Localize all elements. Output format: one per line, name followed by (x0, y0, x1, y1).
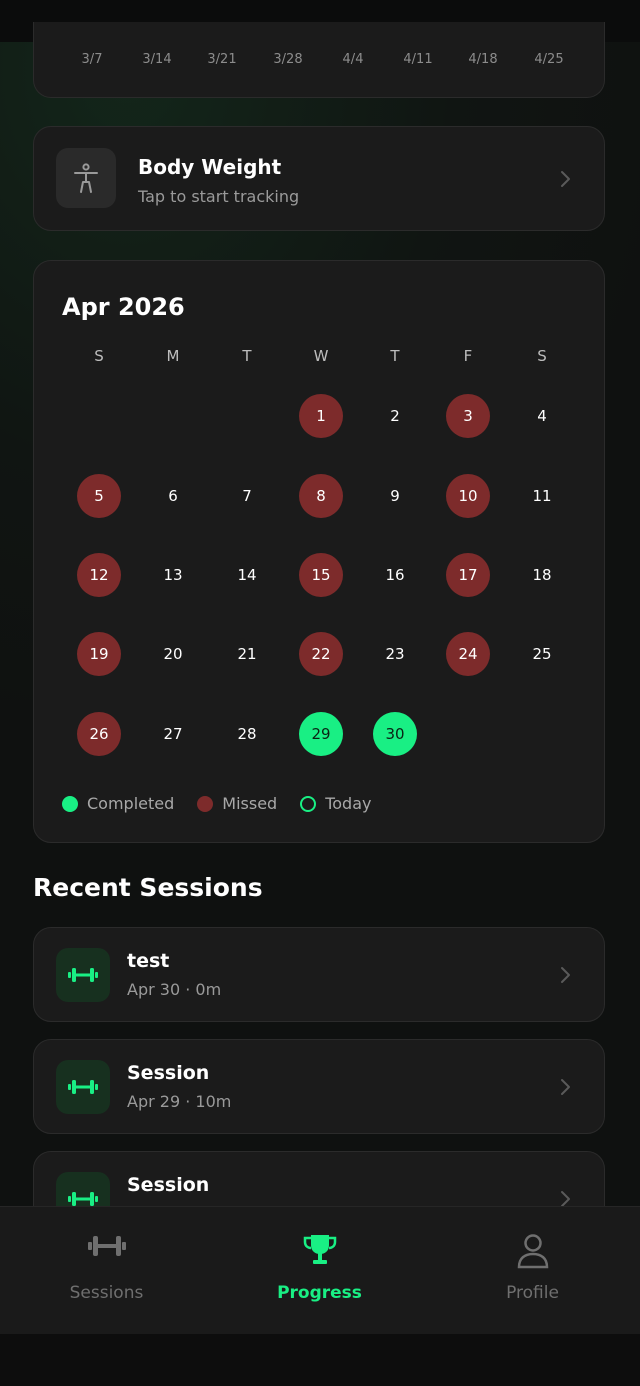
x-axis-tick-label: 3/7 (81, 52, 103, 67)
weekday-label: S (537, 347, 547, 365)
calendar-day[interactable]: 19 (77, 632, 121, 676)
progress-chart-card: 3/7 3/14 3/21 3/28 4/4 4/11 4/18 4/25 (33, 22, 605, 98)
system-nav-bar (0, 1334, 640, 1386)
calendar-day[interactable]: 27 (151, 712, 195, 756)
calendar-day[interactable]: 29 (299, 712, 343, 756)
session-card[interactable]: Session Apr 29 · 10m (33, 1039, 605, 1134)
weekday-label: F (463, 347, 473, 365)
weekday-label: T (242, 347, 252, 365)
calendar-day[interactable]: 26 (77, 712, 121, 756)
legend-today-label: Today (325, 794, 372, 813)
calendar-day[interactable]: 21 (225, 632, 269, 676)
dumbbell-icon (56, 1060, 110, 1114)
calendar-day[interactable]: 12 (77, 553, 121, 597)
body-weight-title: Body Weight (138, 155, 282, 179)
calendar-day[interactable]: 15 (299, 553, 343, 597)
missed-dot-icon (197, 795, 214, 812)
legend-completed-label: Completed (87, 794, 175, 813)
calendar-day[interactable]: 8 (299, 474, 343, 518)
calendar-day[interactable]: 10 (446, 474, 490, 518)
session-name: test (127, 950, 170, 972)
calendar-card: Apr 2026 SMTWTFS 1 2 3 4 5 6 7 8 9 10 11 12 13 14 15 16… (33, 260, 605, 843)
legend-completed: Completed (62, 794, 174, 813)
session-meta: Apr 30 · 0m (127, 980, 222, 999)
weekday-label: W (313, 347, 329, 365)
body-weight-subtitle: Tap to start tracking (138, 187, 300, 206)
nav-progress[interactable]: Progress (213, 1207, 426, 1335)
legend-today: Today (300, 794, 371, 813)
dumbbell-icon (56, 948, 110, 1002)
legend-missed-label: Missed (222, 794, 278, 813)
calendar-day[interactable]: 22 (299, 632, 343, 676)
calendar-day[interactable]: 9 (373, 474, 417, 518)
weekday-label: S (94, 347, 104, 365)
today-ring-icon (300, 795, 317, 812)
x-axis-tick-label: 3/21 (207, 52, 237, 67)
completed-dot-icon (62, 795, 78, 812)
calendar-day[interactable]: 28 (225, 712, 269, 756)
calendar-day[interactable]: 7 (225, 474, 269, 518)
nav-progress-label: Progress (277, 1283, 362, 1303)
calendar-legend: Completed Missed Today (62, 794, 394, 813)
trophy-icon (303, 1235, 336, 1264)
nav-profile[interactable]: Profile (426, 1207, 639, 1335)
calendar-day[interactable]: 23 (373, 632, 417, 676)
nav-profile-label: Profile (506, 1283, 559, 1303)
calendar-day[interactable]: 6 (151, 474, 195, 518)
person-icon (56, 148, 116, 208)
calendar-day[interactable]: 17 (446, 553, 490, 597)
nav-sessions-label: Sessions (69, 1283, 144, 1303)
calendar-day[interactable]: 4 (520, 394, 564, 438)
calendar-month-label: Apr 2026 (62, 293, 185, 321)
calendar-day[interactable]: 11 (520, 474, 564, 518)
calendar-day[interactable]: 3 (446, 394, 490, 438)
weekday-label: M (166, 347, 180, 365)
chevron-right-icon (561, 967, 570, 983)
session-meta: Apr 29 · 10m (127, 1092, 232, 1111)
legend-missed: Missed (197, 794, 277, 813)
x-axis-tick-label: 3/14 (142, 52, 172, 67)
x-axis-tick-label: 4/18 (468, 52, 498, 67)
calendar-day[interactable]: 2 (373, 394, 417, 438)
bottom-nav: Sessions Progress Profile (0, 1206, 640, 1335)
x-axis-tick-label: 4/25 (534, 52, 564, 67)
person-icon (517, 1234, 548, 1269)
session-name: Session (127, 1062, 210, 1084)
recent-sessions-title: Recent Sessions (33, 873, 263, 902)
session-name: Session (127, 1174, 210, 1196)
x-axis-tick-label: 4/4 (342, 52, 364, 67)
x-axis-tick-label: 3/28 (273, 52, 303, 67)
calendar-day[interactable]: 30 (373, 712, 417, 756)
calendar-day[interactable]: 25 (520, 632, 564, 676)
chart-x-axis: 3/7 3/14 3/21 3/28 4/4 4/11 4/18 4/25 (34, 52, 604, 72)
dumbbell-icon (87, 1236, 126, 1256)
weekday-label: T (390, 347, 400, 365)
session-card[interactable]: test Apr 30 · 0m (33, 927, 605, 1022)
calendar-day[interactable]: 5 (77, 474, 121, 518)
calendar-day[interactable]: 18 (520, 553, 564, 597)
calendar-day[interactable]: 20 (151, 632, 195, 676)
nav-sessions[interactable]: Sessions (0, 1207, 213, 1335)
calendar-day[interactable]: 24 (446, 632, 490, 676)
calendar-day[interactable]: 14 (225, 553, 269, 597)
chevron-right-icon (561, 171, 570, 187)
x-axis-tick-label: 4/11 (403, 52, 433, 67)
calendar-day[interactable]: 16 (373, 553, 417, 597)
calendar-day[interactable]: 1 (299, 394, 343, 438)
calendar-day[interactable]: 13 (151, 553, 195, 597)
chevron-right-icon (561, 1079, 570, 1095)
body-weight-card[interactable]: Body Weight Tap to start tracking (33, 126, 605, 231)
